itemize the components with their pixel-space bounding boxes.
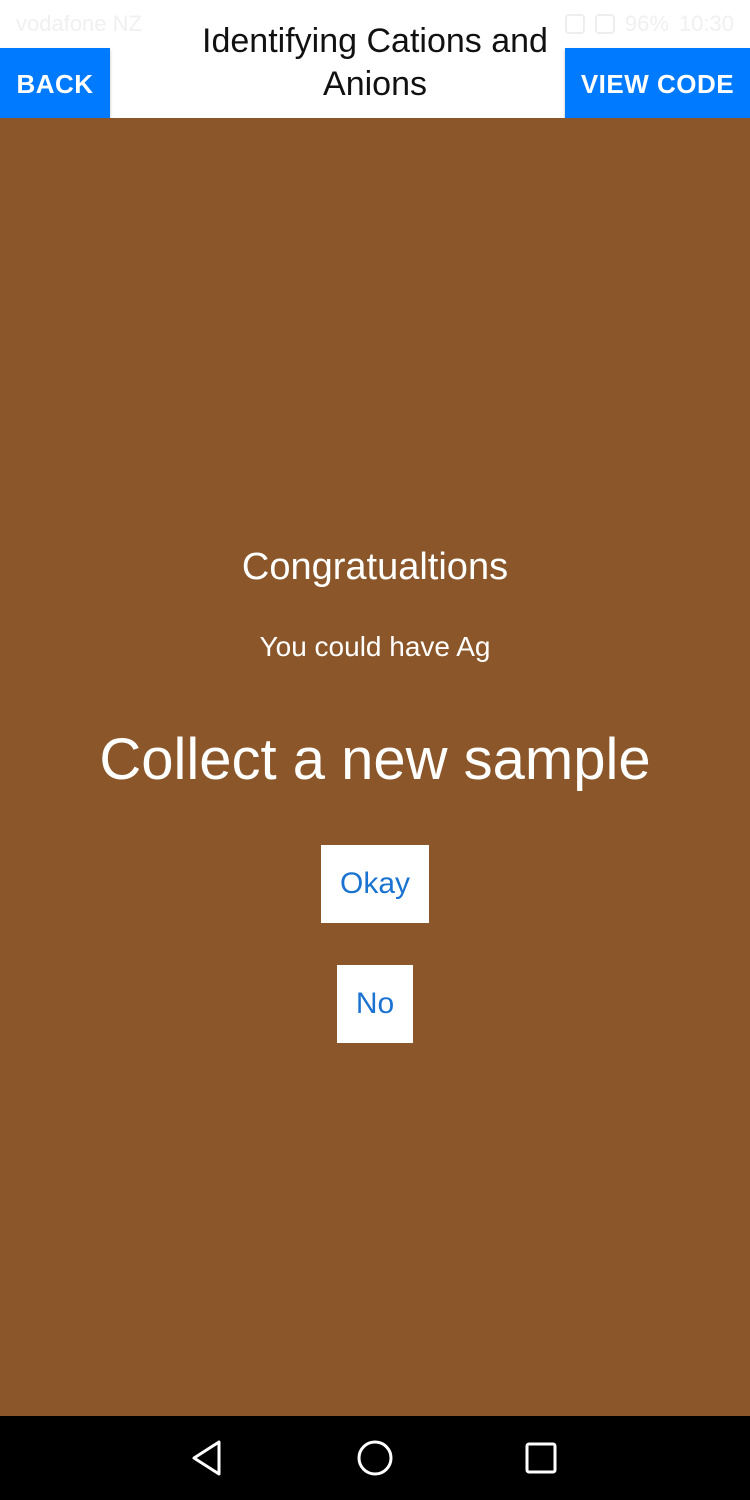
view-code-button[interactable]: VIEW CODE <box>565 48 750 118</box>
circle-home-icon[interactable] <box>355 1438 395 1478</box>
wifi-icon <box>594 14 615 34</box>
triangle-back-icon[interactable] <box>188 1438 228 1478</box>
battery-percent: 96% <box>624 11 669 36</box>
notification-icon <box>564 14 585 34</box>
okay-button[interactable]: Okay <box>321 845 429 923</box>
result-text: You could have Ag <box>259 631 491 662</box>
no-button[interactable]: No <box>337 965 413 1043</box>
square-recent-icon[interactable] <box>521 1438 561 1478</box>
android-nav-bar <box>0 1416 750 1500</box>
status-time: 10:30 <box>678 11 734 36</box>
congrats-heading: Congratualtions <box>241 546 509 588</box>
status-right: 96% 10:30 <box>564 11 734 37</box>
header: vodafone NZ 96% 10:30 Identifying Cation… <box>0 0 750 118</box>
back-button[interactable]: BACK <box>0 48 110 118</box>
carrier-label: vodafone NZ <box>16 11 142 36</box>
page-title: Identifying Cations and Anions <box>202 22 548 103</box>
main-content: Congratualtions You could have Ag Collec… <box>0 118 750 1416</box>
collect-prompt: Collect a new sample <box>99 727 651 792</box>
